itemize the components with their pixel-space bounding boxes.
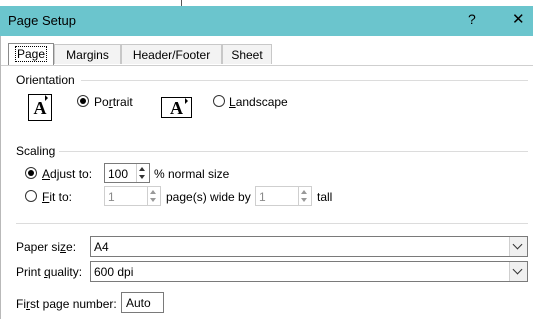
tab-underline: [1, 65, 533, 66]
print-quality-label: Print quality:: [16, 265, 82, 279]
adjust-to-spinner[interactable]: 100: [104, 163, 150, 183]
tab-page[interactable]: Page: [8, 43, 54, 65]
landscape-label[interactable]: Landscape: [229, 95, 288, 109]
first-page-number-label: First page number:: [16, 297, 117, 311]
help-button[interactable]: ?: [468, 11, 476, 27]
landscape-label-accel: L: [229, 95, 236, 109]
adjust-to-suffix: % normal size: [154, 167, 230, 181]
print-quality-value: 600 dpi: [94, 265, 134, 279]
portrait-page-icon: A: [28, 94, 52, 121]
tab-header-footer-label: Header/Footer: [132, 48, 211, 62]
adjust-to-label[interactable]: Adjust to:: [42, 167, 92, 181]
fit-tall-suffix: tall: [317, 190, 333, 204]
orientation-separator: [81, 80, 528, 81]
adjust-to-radio[interactable]: [25, 167, 37, 179]
title-bar: Page Setup ? ✕: [0, 6, 533, 36]
fit-wide-spin-buttons[interactable]: [147, 187, 160, 205]
first-page-number-input[interactable]: Auto: [121, 292, 164, 313]
print-quality-accel: q: [44, 265, 51, 279]
spin-down-icon[interactable]: [139, 175, 145, 179]
landscape-icon-letter: A: [170, 98, 183, 118]
chevron-down-icon: [512, 264, 523, 275]
paper-size-select[interactable]: A4: [90, 236, 528, 257]
adjust-to-post: djust to:: [50, 167, 93, 181]
adjust-to-value: 100: [108, 167, 129, 181]
landscape-page-icon: A: [161, 97, 192, 118]
spin-up-icon[interactable]: [150, 190, 156, 194]
spin-up-icon[interactable]: [139, 167, 145, 171]
scaling-separator: [59, 151, 528, 152]
adjust-to-accel: A: [42, 167, 51, 181]
fit-to-radio[interactable]: [25, 190, 37, 202]
orientation-heading: Orientation: [16, 73, 75, 87]
portrait-icon-letter: A: [33, 98, 47, 118]
fit-tall-spin-buttons[interactable]: [298, 187, 311, 205]
fit-wide-spinner[interactable]: 1: [104, 186, 161, 206]
tab-page-label: Page: [14, 46, 48, 62]
first-page-number-value: Auto: [126, 296, 151, 310]
fit-wide-value: 1: [108, 190, 115, 204]
first-page-pre: Fi: [16, 297, 26, 311]
portrait-label[interactable]: Portrait: [94, 95, 133, 109]
portrait-radio[interactable]: [77, 95, 89, 107]
tab-header-footer[interactable]: Header/Footer: [121, 44, 222, 64]
close-button[interactable]: ✕: [512, 10, 525, 28]
fit-tall-value: 1: [259, 190, 266, 204]
print-quality-post: uality:: [50, 265, 83, 279]
page-setup-dialog: Page Margins Header/Footer Sheet Orienta…: [0, 36, 533, 319]
tab-margins-label: Margins: [66, 48, 109, 62]
paper-size-post: e:: [66, 240, 77, 254]
adjust-spin-buttons[interactable]: [136, 164, 149, 182]
spin-up-icon[interactable]: [301, 190, 307, 194]
tab-sheet[interactable]: Sheet: [222, 44, 272, 64]
fit-tall-spinner[interactable]: 1: [255, 186, 312, 206]
spin-down-icon[interactable]: [301, 198, 307, 202]
landscape-radio[interactable]: [213, 95, 225, 107]
landscape-label-post: andscape: [235, 95, 288, 109]
print-quality-dropdown-button[interactable]: [509, 262, 527, 281]
paper-size-dropdown-button[interactable]: [509, 237, 527, 256]
print-quality-pre: Print: [16, 265, 45, 279]
portrait-label-post: trait: [112, 95, 133, 109]
portrait-label-pre: Po: [94, 95, 109, 109]
fit-to-label[interactable]: Fit to:: [42, 190, 72, 204]
chevron-down-icon: [512, 239, 523, 250]
tab-margins[interactable]: Margins: [54, 44, 121, 64]
paper-size-value: A4: [94, 240, 109, 254]
first-page-post: st page number:: [30, 297, 117, 311]
fit-to-post: it to:: [49, 190, 73, 204]
paper-separator: [16, 223, 528, 224]
dialog-title: Page Setup: [8, 13, 76, 28]
tab-sheet-label: Sheet: [231, 48, 263, 62]
fit-wide-suffix: page(s) wide by: [166, 190, 251, 204]
spin-down-icon[interactable]: [150, 198, 156, 202]
paper-size-label: Paper size:: [16, 240, 76, 254]
print-quality-select[interactable]: 600 dpi: [90, 261, 528, 282]
paper-size-pre: Paper si: [16, 240, 61, 254]
scaling-heading: Scaling: [16, 144, 56, 158]
